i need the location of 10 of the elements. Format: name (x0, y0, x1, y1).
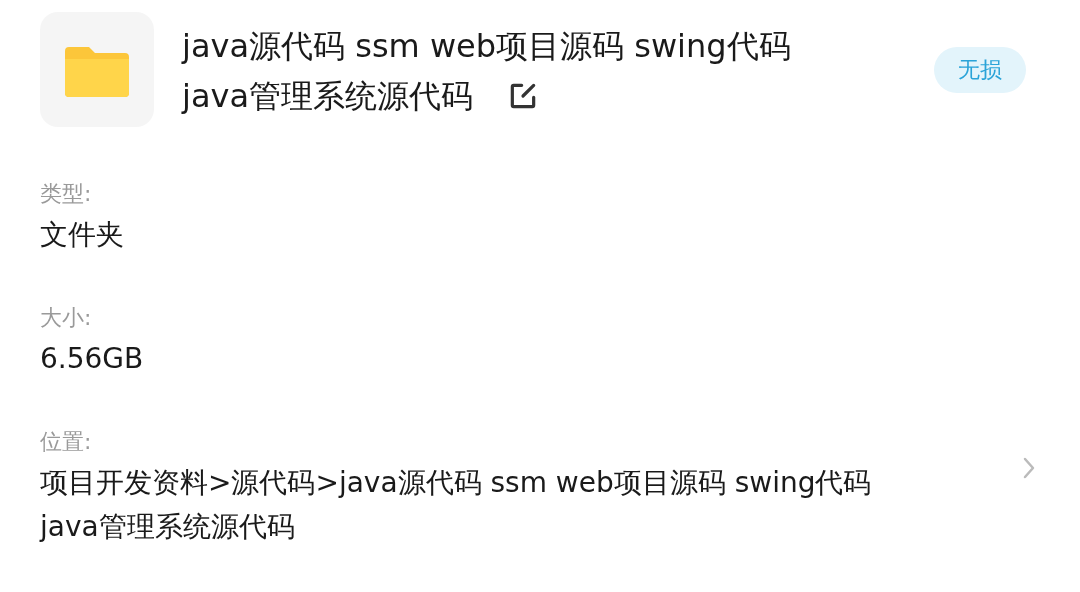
folder-name: java源代码 ssm web项目源码 swing代码 (182, 26, 791, 66)
field-value[interactable]: java管理系统源代码 (40, 505, 1022, 549)
field-value[interactable]: 项目开发资料>源代码>java源代码 ssm web项目源码 swing代码 (40, 461, 1022, 505)
folder-name: java管理系统源代码 (182, 76, 474, 116)
field-value: 文件夹 (40, 217, 125, 253)
field-label: 位置: (40, 428, 93, 456)
field-value: 6.56GB (40, 341, 145, 377)
field-label: 大小: (40, 304, 93, 332)
field-label: 类型: (40, 180, 93, 208)
quality-badge: 无损 (934, 47, 1026, 93)
